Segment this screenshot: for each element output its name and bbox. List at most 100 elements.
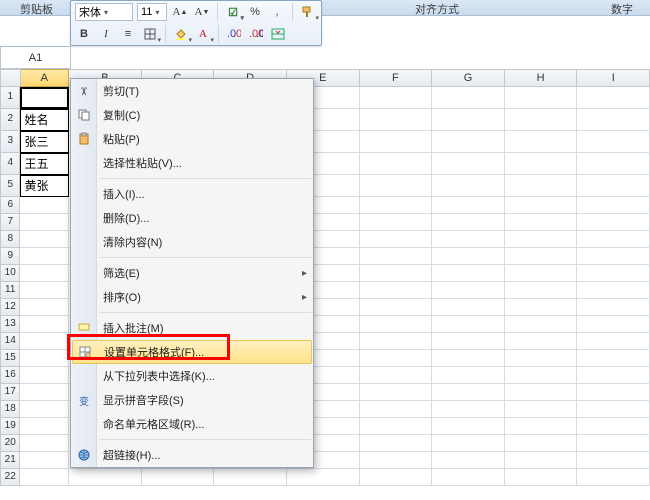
fill-color-button[interactable]	[172, 25, 190, 43]
cell-H17[interactable]	[505, 384, 578, 401]
cell-H8[interactable]	[505, 231, 578, 248]
cell-F11[interactable]	[360, 282, 433, 299]
select-all-corner[interactable]	[0, 69, 21, 87]
font-color-button[interactable]: A	[194, 25, 212, 43]
row-header-9[interactable]: 9	[0, 248, 20, 265]
row-header-3[interactable]: 3	[0, 131, 20, 153]
merge-center-button[interactable]	[269, 25, 287, 43]
cell-A3[interactable]: 张三	[20, 131, 69, 153]
cell-G19[interactable]	[432, 418, 505, 435]
row-header-14[interactable]: 14	[0, 333, 20, 350]
cell-H22[interactable]	[505, 469, 578, 486]
row-header-16[interactable]: 16	[0, 367, 20, 384]
cell-G22[interactable]	[432, 469, 505, 486]
cell-H4[interactable]	[505, 153, 578, 175]
cell-A2[interactable]: 姓名	[20, 109, 69, 131]
cell-H2[interactable]	[505, 109, 578, 131]
cell-I5[interactable]	[577, 175, 650, 197]
cell-I10[interactable]	[577, 265, 650, 282]
cell-B22[interactable]	[69, 469, 142, 486]
cell-H9[interactable]	[505, 248, 578, 265]
cell-A6[interactable]	[20, 197, 69, 214]
cell-A9[interactable]	[20, 248, 69, 265]
menu-pick-from-dropdown[interactable]: 从下拉列表中选择(K)...	[71, 364, 313, 388]
row-header-18[interactable]: 18	[0, 401, 20, 418]
cell-A1[interactable]	[20, 87, 69, 109]
accounting-format-button[interactable]: ☑	[224, 3, 242, 21]
name-box[interactable]: A1	[0, 46, 71, 69]
cell-A12[interactable]	[20, 299, 69, 316]
cell-I14[interactable]	[577, 333, 650, 350]
format-painter-button[interactable]	[299, 3, 317, 21]
row-header-8[interactable]: 8	[0, 231, 20, 248]
menu-cut[interactable]: ✂ 剪切(T)	[71, 79, 313, 103]
row-header-4[interactable]: 4	[0, 153, 20, 175]
cell-H6[interactable]	[505, 197, 578, 214]
cell-A11[interactable]	[20, 282, 69, 299]
cell-F8[interactable]	[360, 231, 433, 248]
cell-I4[interactable]	[577, 153, 650, 175]
cell-A8[interactable]	[20, 231, 69, 248]
cell-A17[interactable]	[20, 384, 69, 401]
menu-paste[interactable]: 粘贴(P)	[71, 127, 313, 151]
grow-font-button[interactable]: A▲	[171, 3, 189, 21]
cell-G12[interactable]	[432, 299, 505, 316]
cell-H13[interactable]	[505, 316, 578, 333]
cell-G13[interactable]	[432, 316, 505, 333]
cell-A13[interactable]	[20, 316, 69, 333]
cell-G4[interactable]	[432, 153, 505, 175]
percent-button[interactable]: %	[246, 3, 264, 21]
cell-H14[interactable]	[505, 333, 578, 350]
cell-G21[interactable]	[432, 452, 505, 469]
increase-decimal-button[interactable]: .00.0	[247, 25, 265, 43]
cell-I1[interactable]	[577, 87, 650, 109]
cell-I7[interactable]	[577, 214, 650, 231]
menu-clear-contents[interactable]: 清除内容(N)	[71, 230, 313, 254]
cell-H10[interactable]	[505, 265, 578, 282]
cell-H15[interactable]	[505, 350, 578, 367]
cell-I11[interactable]	[577, 282, 650, 299]
cell-G7[interactable]	[432, 214, 505, 231]
row-header-7[interactable]: 7	[0, 214, 20, 231]
cell-F9[interactable]	[360, 248, 433, 265]
cell-A21[interactable]	[20, 452, 69, 469]
cell-I17[interactable]	[577, 384, 650, 401]
cell-F4[interactable]	[360, 153, 433, 175]
cell-F19[interactable]	[360, 418, 433, 435]
cell-A20[interactable]	[20, 435, 69, 452]
cell-I18[interactable]	[577, 401, 650, 418]
col-header-A[interactable]: A	[21, 69, 69, 87]
cell-A16[interactable]	[20, 367, 69, 384]
cell-F2[interactable]	[360, 109, 433, 131]
cell-I21[interactable]	[577, 452, 650, 469]
cell-A22[interactable]	[20, 469, 69, 486]
row-header-5[interactable]: 5	[0, 175, 20, 197]
cell-I2[interactable]	[577, 109, 650, 131]
cell-A19[interactable]	[20, 418, 69, 435]
row-header-21[interactable]: 21	[0, 452, 20, 469]
row-header-13[interactable]: 13	[0, 316, 20, 333]
cell-A5[interactable]: 黄张	[20, 175, 69, 197]
cell-F20[interactable]	[360, 435, 433, 452]
cell-D22[interactable]	[214, 469, 287, 486]
menu-name-range[interactable]: 命名单元格区域(R)...	[71, 412, 313, 436]
menu-show-pinyin[interactable]: 变 显示拼音字段(S)	[71, 388, 313, 412]
row-header-22[interactable]: 22	[0, 469, 20, 486]
row-header-20[interactable]: 20	[0, 435, 20, 452]
cell-I13[interactable]	[577, 316, 650, 333]
col-header-H[interactable]: H	[505, 69, 578, 87]
menu-delete[interactable]: 删除(D)...	[71, 206, 313, 230]
cell-F13[interactable]	[360, 316, 433, 333]
font-size-select[interactable]: 11	[137, 3, 167, 21]
cell-F22[interactable]	[360, 469, 433, 486]
cell-I16[interactable]	[577, 367, 650, 384]
cell-I9[interactable]	[577, 248, 650, 265]
col-header-F[interactable]: F	[360, 69, 433, 87]
cell-H11[interactable]	[505, 282, 578, 299]
col-header-I[interactable]: I	[577, 69, 650, 87]
cell-G1[interactable]	[432, 87, 505, 109]
menu-format-cells[interactable]: 设置单元格格式(F)...	[72, 340, 312, 364]
cell-F16[interactable]	[360, 367, 433, 384]
row-header-15[interactable]: 15	[0, 350, 20, 367]
menu-paste-special[interactable]: 选择性粘贴(V)...	[71, 151, 313, 175]
